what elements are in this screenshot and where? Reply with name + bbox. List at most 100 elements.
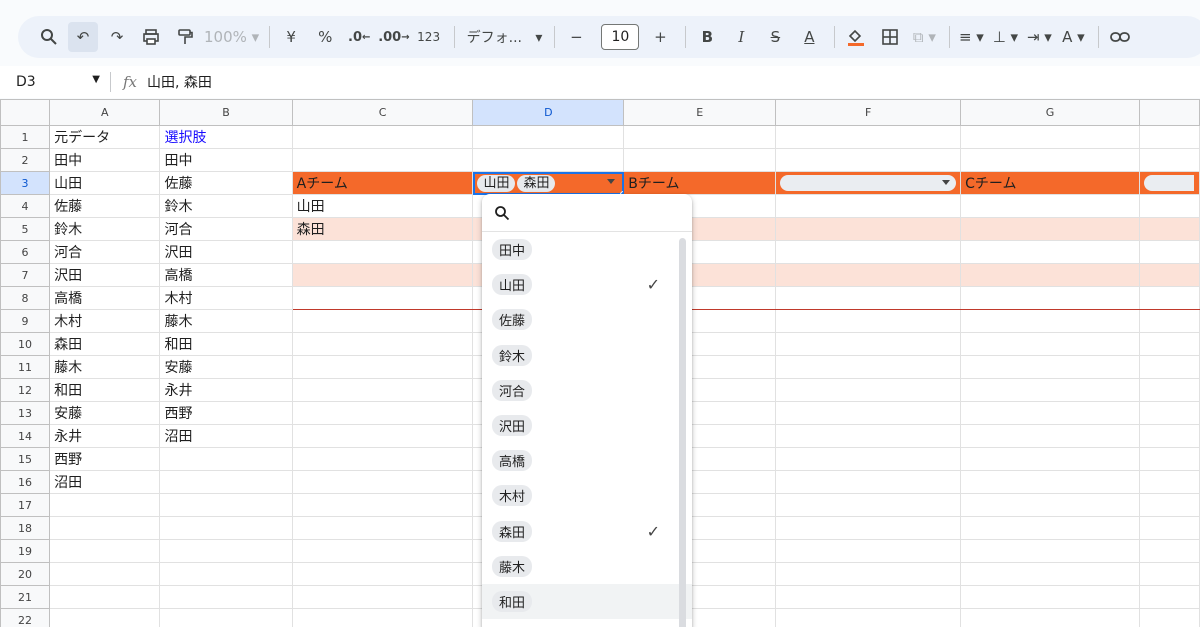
cell-g4[interactable]: [960, 194, 1140, 218]
formula-input[interactable]: 山田, 森田: [147, 72, 212, 92]
cell-f5[interactable]: [775, 217, 962, 241]
cell-b14[interactable]: 沼田: [159, 424, 293, 448]
font-size-input[interactable]: 10: [601, 24, 640, 50]
cell-h2[interactable]: [1138, 148, 1200, 172]
cell-a16[interactable]: 沼田: [49, 470, 161, 494]
text-rotation-icon[interactable]: A ▾: [1058, 22, 1088, 52]
percent-format-button[interactable]: %: [310, 22, 340, 52]
cell-b2[interactable]: 田中: [159, 148, 293, 172]
cell-h1[interactable]: [1138, 125, 1200, 149]
cell-g6[interactable]: [960, 240, 1140, 264]
cell-e2[interactable]: [623, 148, 777, 172]
cell-b9[interactable]: 藤木: [159, 309, 293, 333]
row-header[interactable]: 15: [0, 447, 51, 471]
cell-a12[interactable]: 和田: [49, 378, 161, 402]
cell-c4[interactable]: 山田: [291, 194, 474, 218]
cell-g20[interactable]: [960, 562, 1140, 586]
dropdown-option[interactable]: 木村: [482, 478, 692, 513]
cell-f20[interactable]: [775, 562, 962, 586]
dropdown-option[interactable]: 和田: [482, 583, 692, 620]
cell-f18[interactable]: [775, 516, 962, 540]
cell-c14[interactable]: [291, 424, 474, 448]
dropdown-option[interactable]: 高橋: [482, 443, 692, 478]
cell-f19[interactable]: [775, 539, 962, 563]
row-header[interactable]: 13: [0, 401, 51, 425]
cell-f8[interactable]: [775, 286, 962, 310]
dropdown-option[interactable]: 森田 ✓: [482, 514, 692, 549]
cell-g8[interactable]: [960, 286, 1140, 310]
cell-h19[interactable]: [1138, 539, 1200, 563]
cell-h14[interactable]: [1138, 424, 1200, 448]
cell-a1[interactable]: 元データ: [49, 125, 161, 149]
cell-h4[interactable]: [1138, 194, 1200, 218]
column-header-d[interactable]: D: [472, 99, 625, 126]
cell-c13[interactable]: [291, 401, 474, 425]
cell-g22[interactable]: [960, 608, 1140, 627]
cell-f22[interactable]: [775, 608, 962, 627]
cell-h11[interactable]: [1138, 355, 1200, 379]
cell-a6[interactable]: 河合: [49, 240, 161, 264]
column-header-f[interactable]: F: [775, 99, 962, 126]
cell-f4[interactable]: [775, 194, 962, 218]
cell-h13[interactable]: [1138, 401, 1200, 425]
cell-f11[interactable]: [775, 355, 962, 379]
cell-c22[interactable]: [291, 608, 474, 627]
cell-b1[interactable]: 選択肢: [159, 125, 293, 149]
cell-e1[interactable]: [623, 125, 777, 149]
cell-c1[interactable]: [291, 125, 474, 149]
row-header[interactable]: 16: [0, 470, 51, 494]
cell-a10[interactable]: 森田: [49, 332, 161, 356]
name-box[interactable]: D3 ▼: [0, 74, 110, 90]
decrease-decimal-button[interactable]: .0 ←: [344, 22, 374, 52]
cell-h3[interactable]: [1138, 171, 1200, 195]
font-size-increase-icon[interactable]: +: [645, 22, 675, 52]
row-header[interactable]: 11: [0, 355, 51, 379]
cell-f9[interactable]: [775, 309, 962, 333]
cell-f15[interactable]: [775, 447, 962, 471]
fill-color-icon[interactable]: [841, 22, 871, 52]
number-format-button[interactable]: 123: [414, 22, 444, 52]
cell-g21[interactable]: [960, 585, 1140, 609]
cell-g2[interactable]: [960, 148, 1140, 172]
cell-c17[interactable]: [291, 493, 474, 517]
cell-b10[interactable]: 和田: [159, 332, 293, 356]
cell-c10[interactable]: [291, 332, 474, 356]
cell-a11[interactable]: 藤木: [49, 355, 161, 379]
cell-a20[interactable]: [49, 562, 161, 586]
cell-b7[interactable]: 高橋: [159, 263, 293, 287]
currency-format-button[interactable]: ¥: [276, 22, 306, 52]
cell-a21[interactable]: [49, 585, 161, 609]
column-header-a[interactable]: A: [49, 99, 161, 126]
cell-d3[interactable]: 山田 森田: [472, 171, 625, 195]
cell-h6[interactable]: [1138, 240, 1200, 264]
horizontal-align-icon[interactable]: ≡ ▾: [956, 22, 986, 52]
cell-b21[interactable]: [159, 585, 293, 609]
empty-dropdown-chip[interactable]: [1143, 175, 1194, 191]
print-icon[interactable]: [136, 22, 166, 52]
cell-f10[interactable]: [775, 332, 962, 356]
row-header[interactable]: 3: [0, 171, 51, 195]
cell-c19[interactable]: [291, 539, 474, 563]
text-color-icon[interactable]: A: [794, 22, 824, 52]
cell-c20[interactable]: [291, 562, 474, 586]
cell-b11[interactable]: 安藤: [159, 355, 293, 379]
cell-c3[interactable]: Aチーム: [291, 171, 474, 195]
cell-b8[interactable]: 木村: [159, 286, 293, 310]
cell-g1[interactable]: [960, 125, 1140, 149]
cell-h12[interactable]: [1138, 378, 1200, 402]
column-header-g[interactable]: G: [960, 99, 1140, 126]
cell-b17[interactable]: [159, 493, 293, 517]
cell-a3[interactable]: 山田: [49, 171, 161, 195]
row-header[interactable]: 20: [0, 562, 51, 586]
cell-h20[interactable]: [1138, 562, 1200, 586]
search-menu-icon[interactable]: [34, 22, 64, 52]
cell-h15[interactable]: [1138, 447, 1200, 471]
dropdown-scrollbar[interactable]: [679, 238, 686, 627]
cell-b13[interactable]: 西野: [159, 401, 293, 425]
row-header[interactable]: 1: [0, 125, 51, 149]
cell-c15[interactable]: [291, 447, 474, 471]
cell-a15[interactable]: 西野: [49, 447, 161, 471]
font-family-select[interactable]: デフォ... ▾: [461, 27, 549, 47]
cell-g9[interactable]: [960, 309, 1140, 333]
strikethrough-icon[interactable]: S: [760, 22, 790, 52]
